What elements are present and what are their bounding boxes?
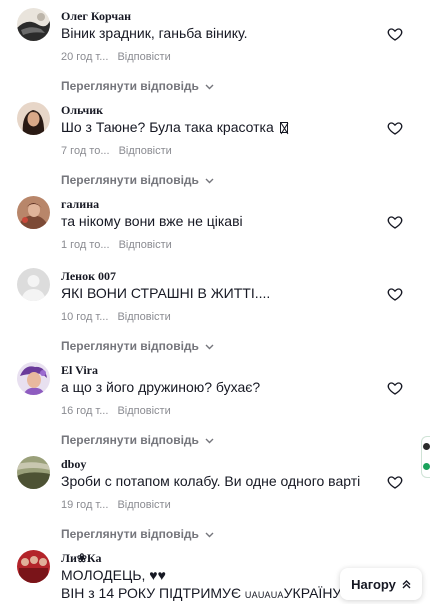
comment-author[interactable]: Ольчик bbox=[61, 103, 103, 118]
view-replies-label: Переглянути відповідь bbox=[61, 527, 199, 541]
comment-time: 19 год т... bbox=[61, 499, 109, 511]
like-heart-icon[interactable] bbox=[387, 474, 403, 490]
avatar[interactable] bbox=[17, 362, 50, 395]
comment-text: а що з його дружиною? бухає? bbox=[61, 379, 261, 395]
view-replies-label: Переглянути відповідь bbox=[61, 79, 199, 93]
comment-time: 7 год то... bbox=[61, 145, 110, 157]
view-replies-button[interactable]: Переглянути відповідь bbox=[61, 173, 214, 187]
comment-time: 1 год то... bbox=[61, 239, 110, 251]
back-to-top-button[interactable]: Нагору bbox=[340, 568, 422, 600]
chevron-down-icon bbox=[205, 532, 214, 538]
comment-meta: 1 год то... Відповісти bbox=[61, 239, 172, 251]
chevron-down-icon bbox=[205, 344, 214, 350]
view-replies-button[interactable]: Переглянути відповідь bbox=[61, 79, 214, 93]
comment-author[interactable]: dboy bbox=[61, 457, 86, 472]
view-replies-label: Переглянути відповідь bbox=[61, 339, 199, 353]
reply-button[interactable]: Відповісти bbox=[117, 51, 170, 63]
view-replies-label: Переглянути відповідь bbox=[61, 433, 199, 447]
comment-meta: 20 год т... Відповісти bbox=[61, 51, 171, 63]
comment-meta: 19 год т... Відповісти bbox=[61, 499, 171, 511]
avatar[interactable] bbox=[17, 268, 50, 301]
comment-text-line: МОЛОДЕЦЬ, ♥♥ bbox=[61, 567, 166, 583]
chevron-down-icon bbox=[205, 84, 214, 90]
back-to-top-label: Нагору bbox=[351, 576, 396, 592]
reply-button[interactable]: Відповісти bbox=[117, 405, 170, 417]
comment-time: 10 год т... bbox=[61, 311, 109, 323]
avatar[interactable] bbox=[17, 196, 50, 229]
chevron-down-icon bbox=[205, 178, 214, 184]
comment-text-part: UAUAUA bbox=[244, 590, 284, 600]
like-heart-icon[interactable] bbox=[387, 26, 403, 42]
chevron-down-icon bbox=[205, 438, 214, 444]
view-replies-button[interactable]: Переглянути відповідь bbox=[61, 339, 214, 353]
comment-text: МОЛОДЕЦЬ, ♥♥ ВІН з 14 РОКУ ПІДТРИМУЄ UAU… bbox=[61, 566, 341, 604]
avatar[interactable] bbox=[17, 8, 50, 41]
comment-text-line: ВІН з 14 РОКУ ПІДТРИМУЄ UAUAUAУКРАЇНУ bbox=[61, 584, 341, 604]
comment-meta: 16 год т... Відповісти bbox=[61, 405, 171, 417]
comment-text: ЯКІ ВОНИ СТРАШНІ В ЖИТТІ.... bbox=[61, 285, 271, 301]
avatar[interactable] bbox=[17, 456, 50, 489]
avatar[interactable] bbox=[17, 102, 50, 135]
reply-button[interactable]: Відповісти bbox=[117, 499, 170, 511]
comment-author[interactable]: Ли❀Ка bbox=[61, 551, 101, 566]
like-heart-icon[interactable] bbox=[387, 214, 403, 230]
comment-author[interactable]: галина bbox=[61, 197, 99, 212]
comment-text-content: Шо з Таюне? Була така красотка bbox=[61, 119, 274, 135]
view-replies-button[interactable]: Переглянути відповідь bbox=[61, 433, 214, 447]
comment-time: 20 год т... bbox=[61, 51, 109, 63]
like-heart-icon[interactable] bbox=[387, 120, 403, 136]
comment-meta: 10 год т... Відповісти bbox=[61, 311, 171, 323]
comment-author[interactable]: Ленок 007 bbox=[61, 269, 116, 284]
comment-text: Віник зрадник, ганьба вінику. bbox=[61, 25, 248, 41]
side-floating-widget[interactable] bbox=[421, 436, 430, 478]
comment-text: Шо з Таюне? Була така красотка bbox=[61, 118, 288, 136]
missing-emoji-icon bbox=[279, 122, 288, 133]
view-replies-label: Переглянути відповідь bbox=[61, 173, 199, 187]
comment-text: Зроби с потапом колабу. Ви одне одного в… bbox=[61, 473, 361, 489]
comment-author[interactable]: El Vira bbox=[61, 363, 98, 378]
comment-text: та нікому вони вже не цікаві bbox=[61, 213, 243, 229]
comment-text-part: ВІН з 14 РОКУ ПІДТРИМУЄ bbox=[61, 585, 245, 601]
reply-button[interactable]: Відповісти bbox=[119, 145, 172, 157]
reply-button[interactable]: Відповісти bbox=[117, 311, 170, 323]
avatar[interactable] bbox=[17, 550, 50, 583]
like-heart-icon[interactable] bbox=[387, 380, 403, 396]
comment-meta: 7 год то... Відповісти bbox=[61, 145, 172, 157]
comment-time: 16 год т... bbox=[61, 405, 109, 417]
comment-text-part: УКРАЇНУ bbox=[283, 585, 342, 601]
reply-button[interactable]: Відповісти bbox=[119, 239, 172, 251]
comment-author[interactable]: Олег Корчан bbox=[61, 9, 131, 24]
view-replies-button[interactable]: Переглянути відповідь bbox=[61, 527, 214, 541]
like-heart-icon[interactable] bbox=[387, 286, 403, 302]
double-chevron-up-icon bbox=[402, 579, 411, 588]
